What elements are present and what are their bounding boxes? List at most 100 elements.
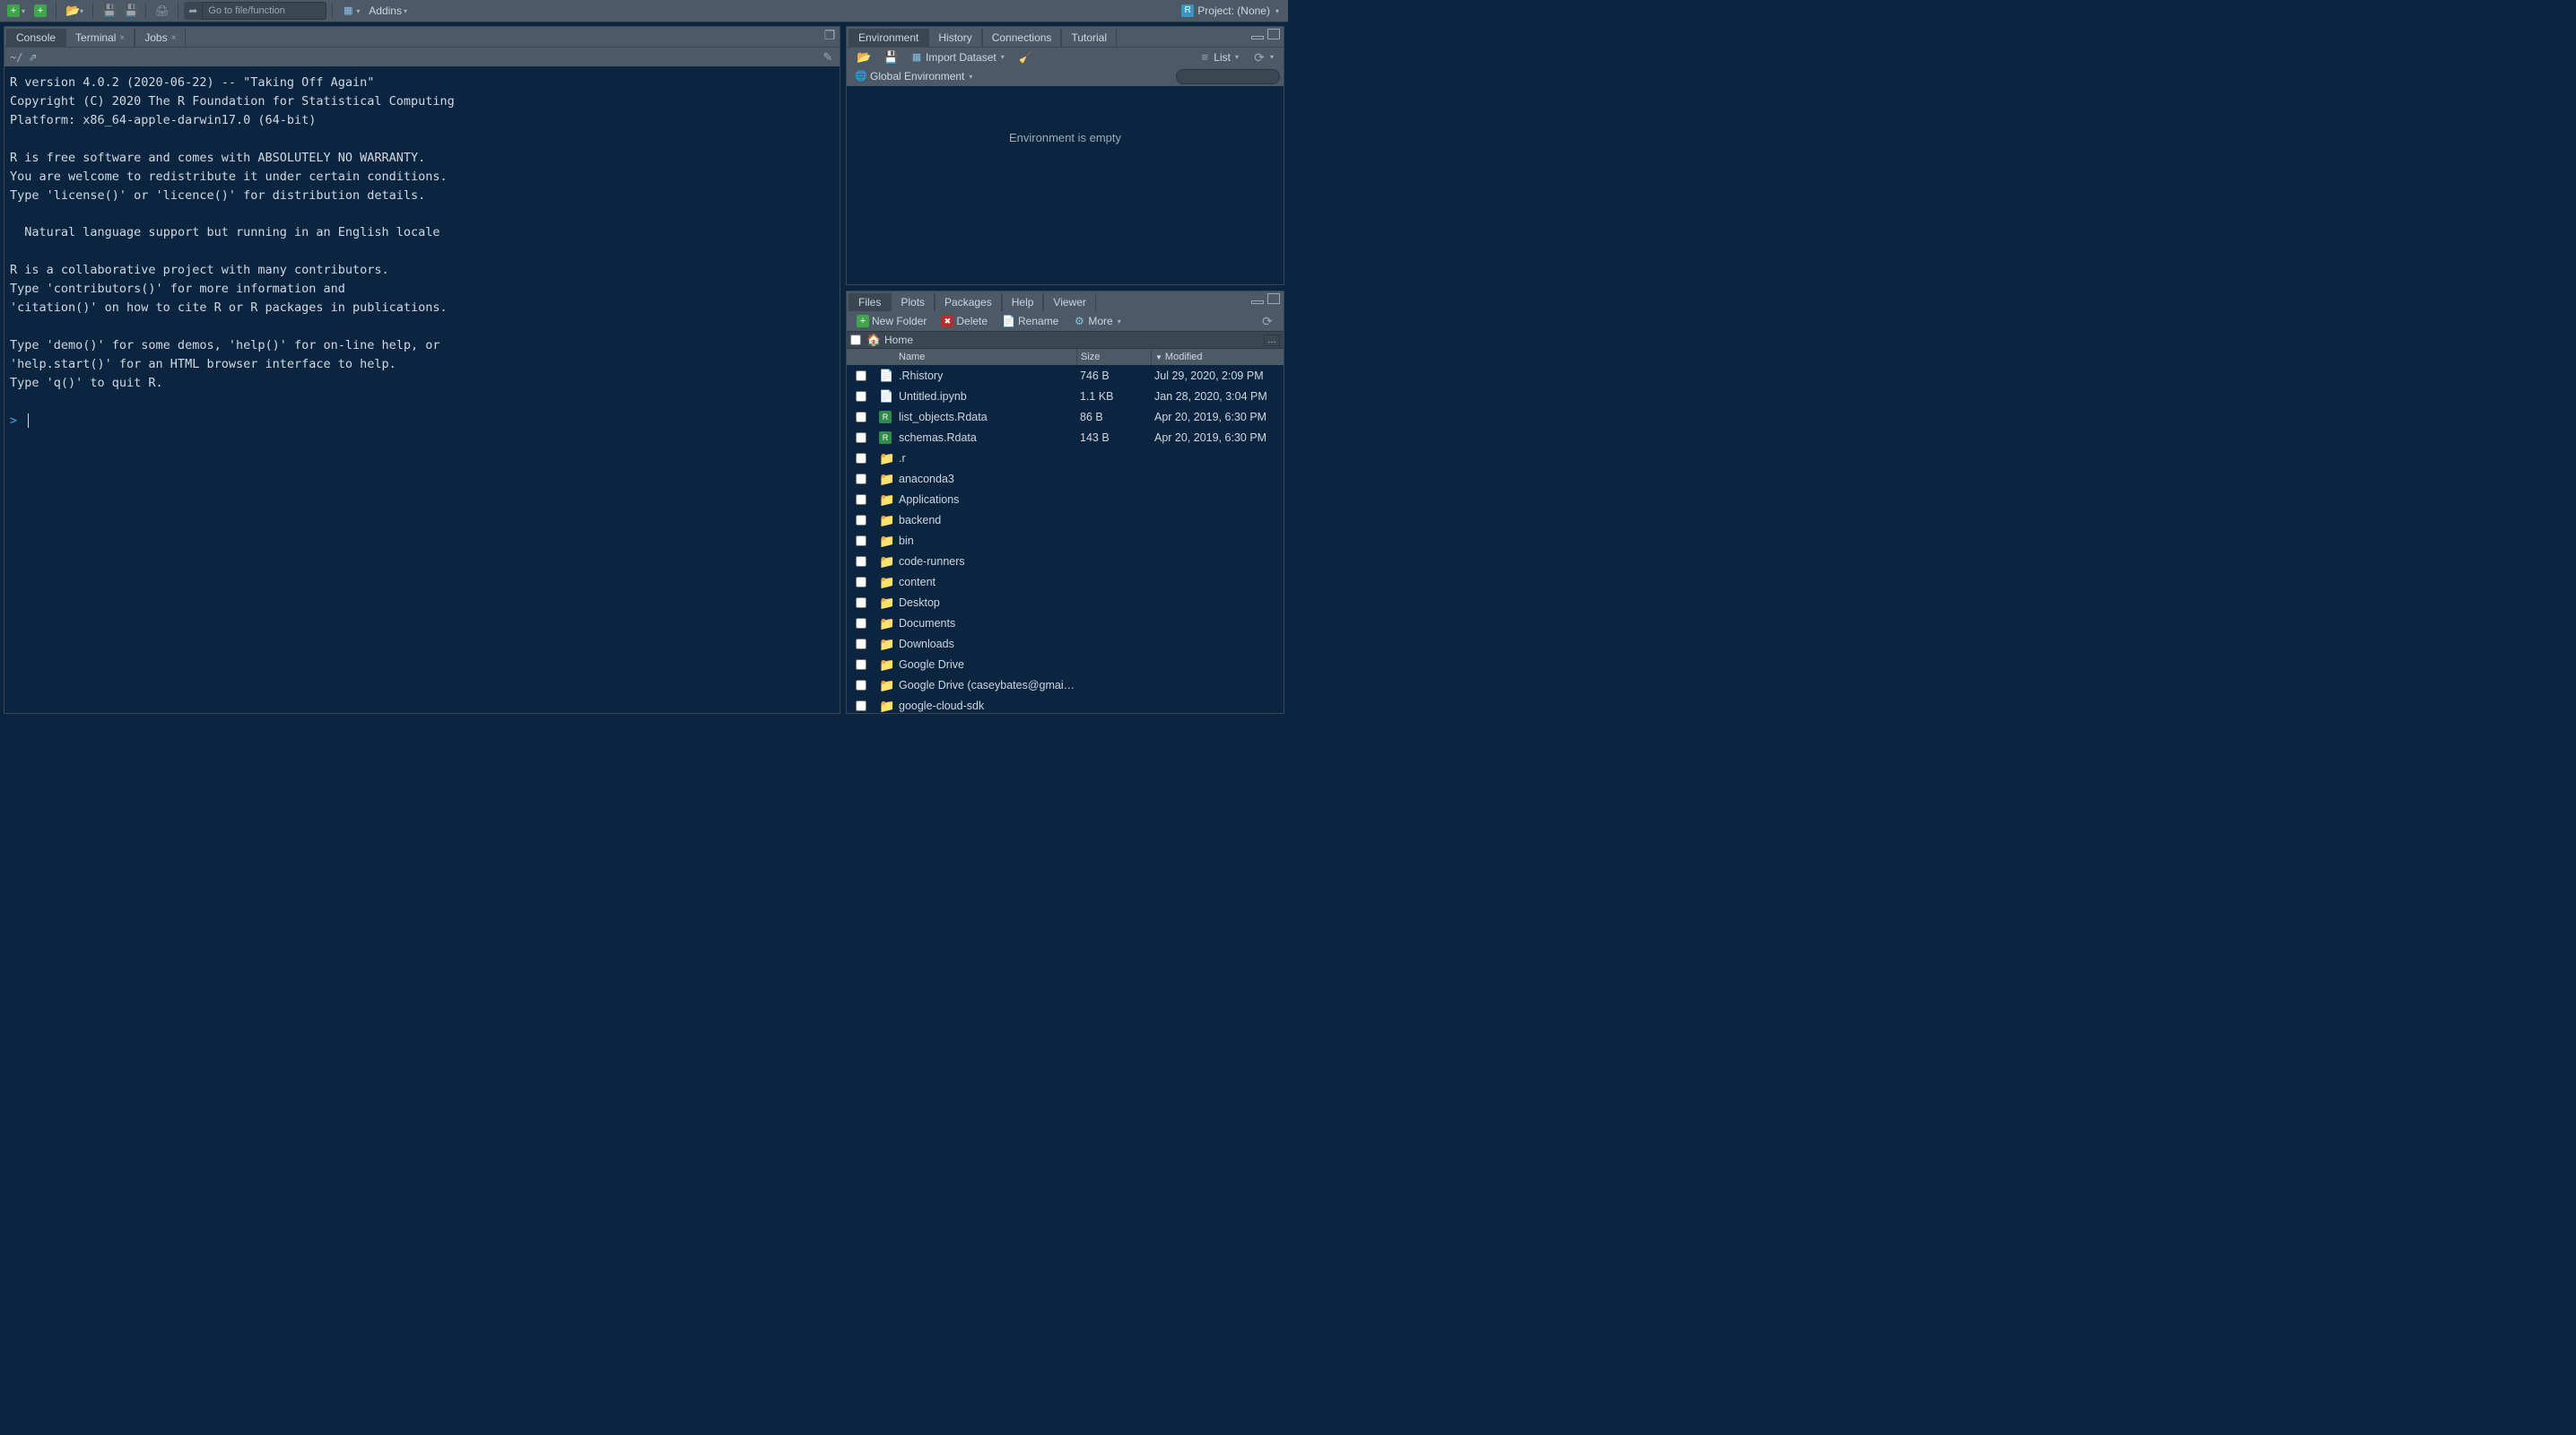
file-checkbox[interactable] <box>856 494 866 505</box>
new-file-button[interactable]: +▾ <box>4 2 29 20</box>
file-row[interactable]: 📁google-cloud-sdk <box>847 695 1284 713</box>
save-workspace-button[interactable]: 💾 <box>879 50 901 65</box>
file-row[interactable]: Rlist_objects.Rdata86 BApr 20, 2019, 6:3… <box>847 406 1284 427</box>
file-checkbox[interactable] <box>856 597 866 608</box>
project-menu[interactable]: R Project: (None) ▾ <box>1176 4 1284 17</box>
print-button[interactable]: 🖨 <box>152 2 172 20</box>
clear-env-button[interactable]: 🧹 <box>1014 50 1036 65</box>
file-row[interactable]: 📁Google Drive <box>847 654 1284 674</box>
env-scope-button[interactable]: 🌐Global Environment▾ <box>850 69 977 83</box>
panes-button[interactable]: ▦▾ <box>338 2 363 20</box>
save-button[interactable]: 💾 <box>99 2 118 20</box>
minimize-icon[interactable] <box>1251 300 1264 304</box>
file-checkbox[interactable] <box>856 453 866 464</box>
file-checkbox[interactable] <box>856 659 866 670</box>
open-workspace-button[interactable]: 📂 <box>852 50 874 65</box>
file-name[interactable]: code-runners <box>895 555 1076 568</box>
refresh-files-button[interactable]: ⟳ <box>1257 314 1278 328</box>
tab-viewer[interactable]: Viewer <box>1043 293 1095 311</box>
file-row[interactable]: 📁Applications <box>847 489 1284 509</box>
file-name[interactable]: Google Drive (caseybates@gmai… <box>895 679 1076 691</box>
file-row[interactable]: 📁Documents <box>847 613 1284 633</box>
goto-file-input[interactable]: Go to file/function <box>202 2 326 20</box>
delete-button[interactable]: ✖Delete <box>936 314 992 328</box>
tab-console[interactable]: Console <box>6 29 65 47</box>
file-name[interactable]: backend <box>895 514 1076 526</box>
file-name[interactable]: Downloads <box>895 638 1076 650</box>
import-dataset-button[interactable]: ▦Import Dataset▾ <box>906 50 1009 65</box>
breadcrumb-home[interactable]: Home <box>884 334 913 346</box>
file-name[interactable]: .Rhistory <box>895 370 1076 382</box>
tab-tutorial[interactable]: Tutorial <box>1061 29 1117 47</box>
goto-arrow-icon[interactable]: ➦ <box>184 2 202 20</box>
file-row[interactable]: Rschemas.Rdata143 BApr 20, 2019, 6:30 PM <box>847 427 1284 448</box>
file-checkbox[interactable] <box>856 577 866 587</box>
file-name[interactable]: Untitled.ipynb <box>895 390 1076 403</box>
new-folder-button[interactable]: +New Folder <box>852 314 931 328</box>
maximize-icon[interactable] <box>1267 29 1280 39</box>
addins-button[interactable]: Addins▾ <box>365 2 411 20</box>
file-row[interactable]: 📁anaconda3 <box>847 468 1284 489</box>
file-row[interactable]: 📁.r <box>847 448 1284 468</box>
tab-connections[interactable]: Connections <box>982 29 1062 47</box>
file-name[interactable]: list_objects.Rdata <box>895 411 1076 423</box>
file-name[interactable]: google-cloud-sdk <box>895 700 1076 712</box>
file-name[interactable]: Documents <box>895 617 1076 630</box>
file-row[interactable]: 📁Downloads <box>847 633 1284 654</box>
tab-history[interactable]: History <box>928 29 981 47</box>
file-checkbox[interactable] <box>856 391 866 402</box>
file-row[interactable]: 📁Desktop <box>847 592 1284 613</box>
file-list[interactable]: 📄.Rhistory746 BJul 29, 2020, 2:09 PM📄Unt… <box>847 365 1284 713</box>
file-checkbox[interactable] <box>856 618 866 629</box>
close-icon[interactable]: × <box>119 33 125 43</box>
file-checkbox[interactable] <box>856 639 866 649</box>
col-size[interactable]: Size <box>1076 349 1151 365</box>
file-name[interactable]: Applications <box>895 493 1076 506</box>
env-search-input[interactable] <box>1176 69 1280 84</box>
file-checkbox[interactable] <box>856 515 866 526</box>
tab-terminal[interactable]: Terminal× <box>65 29 135 47</box>
file-checkbox[interactable] <box>856 556 866 567</box>
clear-console-icon[interactable]: ✎ <box>822 51 834 64</box>
refresh-env-button[interactable]: ⟳▾ <box>1249 50 1278 65</box>
file-name[interactable]: Desktop <box>895 596 1076 609</box>
close-icon[interactable]: × <box>171 33 177 43</box>
file-checkbox[interactable] <box>856 370 866 381</box>
maximize-icon[interactable] <box>1267 293 1280 304</box>
col-name[interactable]: Name <box>895 349 1076 365</box>
popout-small-icon[interactable]: ⇗ <box>28 51 37 64</box>
console-output[interactable]: R version 4.0.2 (2020-06-22) -- "Taking … <box>4 66 840 713</box>
popout-icon[interactable]: ❐ <box>823 29 836 41</box>
path-more-icon[interactable]: … <box>1264 335 1280 346</box>
select-all-checkbox[interactable] <box>850 335 861 345</box>
rename-button[interactable]: 📄Rename <box>997 314 1063 328</box>
tab-packages[interactable]: Packages <box>935 293 1002 311</box>
file-checkbox[interactable] <box>856 474 866 484</box>
file-name[interactable]: Google Drive <box>895 658 1076 671</box>
file-row[interactable]: 📄.Rhistory746 BJul 29, 2020, 2:09 PM <box>847 365 1284 386</box>
file-row[interactable]: 📄Untitled.ipynb1.1 KBJan 28, 2020, 3:04 … <box>847 386 1284 406</box>
file-name[interactable]: .r <box>895 452 1076 465</box>
file-row[interactable]: 📁Google Drive (caseybates@gmai… <box>847 674 1284 695</box>
open-file-button[interactable]: 📂▾ <box>62 2 87 20</box>
file-row[interactable]: 📁code-runners <box>847 551 1284 571</box>
file-name[interactable]: bin <box>895 535 1076 547</box>
file-checkbox[interactable] <box>856 535 866 546</box>
save-all-button[interactable]: 💾 <box>120 2 140 20</box>
file-name[interactable]: schemas.Rdata <box>895 431 1076 444</box>
minimize-icon[interactable] <box>1251 36 1264 39</box>
file-name[interactable]: content <box>895 576 1076 588</box>
list-view-button[interactable]: ≡List▾ <box>1194 50 1243 65</box>
col-modified[interactable]: ▼Modified <box>1151 349 1284 365</box>
new-project-button[interactable]: + <box>30 2 50 20</box>
tab-help[interactable]: Help <box>1002 293 1044 311</box>
file-checkbox[interactable] <box>856 432 866 443</box>
file-row[interactable]: 📁content <box>847 571 1284 592</box>
file-row[interactable]: 📁backend <box>847 509 1284 530</box>
file-name[interactable]: anaconda3 <box>895 473 1076 485</box>
home-icon[interactable]: 🏠 <box>866 334 879 346</box>
file-checkbox[interactable] <box>856 680 866 691</box>
tab-files[interactable]: Files <box>849 293 891 311</box>
more-button[interactable]: ⚙More▾ <box>1068 314 1125 328</box>
tab-environment[interactable]: Environment <box>849 29 928 47</box>
